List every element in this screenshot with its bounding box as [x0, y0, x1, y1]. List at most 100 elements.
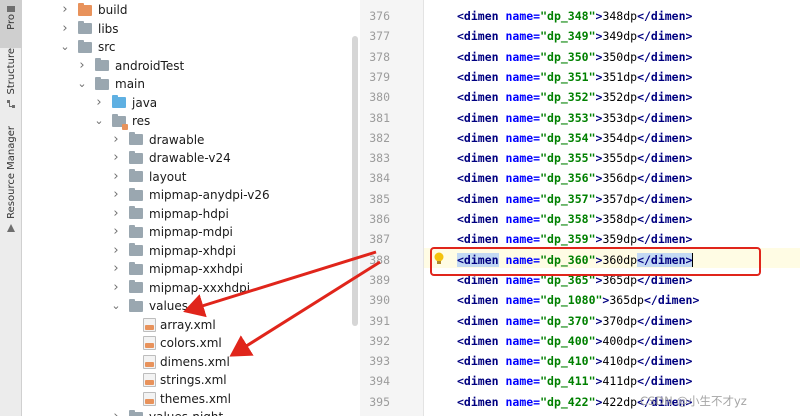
xml-file-icon: [143, 336, 156, 350]
code-line[interactable]: <dimen name="dp_354">354dp</dimen>: [457, 128, 692, 148]
xml-attribute-value: "dp_350": [540, 49, 596, 64]
chevron-right-icon[interactable]: ›: [77, 59, 87, 72]
tree-item[interactable]: › mipmap-xxhdpi: [22, 260, 360, 278]
tree-item-label: build: [98, 3, 128, 17]
code-line[interactable]: <dimen name="dp_349">349dp</dimen>: [457, 26, 692, 46]
chevron-right-icon[interactable]: ›: [111, 225, 121, 238]
chevron-down-icon[interactable]: ⌄: [111, 300, 121, 311]
chevron-right-icon[interactable]: ›: [94, 96, 104, 109]
code-line[interactable]: <dimen name="dp_350">350dp</dimen>: [457, 47, 692, 67]
tree-item[interactable]: › java: [22, 94, 360, 112]
tree-item[interactable]: › mipmap-mdpi: [22, 223, 360, 241]
code-line[interactable]: <dimen name="dp_355">355dp</dimen>: [457, 148, 692, 168]
tree-item-label: themes.xml: [160, 391, 231, 406]
xml-attribute-name: name=: [505, 130, 541, 145]
xml-attribute-name: name=: [505, 354, 541, 369]
tree-item[interactable]: dimens.xml: [22, 353, 360, 371]
chevron-right-icon[interactable]: ›: [60, 22, 70, 35]
dimen-value: 351dp: [602, 69, 638, 84]
xml-attribute-name: name=: [505, 232, 541, 247]
tree-item[interactable]: strings.xml: [22, 371, 360, 389]
tree-item[interactable]: › androidTest: [22, 57, 360, 75]
code-line[interactable]: <dimen name="dp_351">351dp</dimen>: [457, 67, 692, 87]
code-line[interactable]: <dimen name="dp_352">352dp</dimen>: [457, 87, 692, 107]
tree-item[interactable]: ⌄ res: [22, 112, 360, 130]
chevron-right-icon[interactable]: ›: [60, 3, 70, 16]
dimen-value: 370dp: [602, 313, 638, 328]
chevron-right-icon[interactable]: ›: [111, 188, 121, 201]
line-number: 377: [369, 29, 390, 44]
line-number: 380: [369, 90, 390, 105]
tree-item[interactable]: › mipmap-xxxhdpi: [22, 279, 360, 297]
tree-item[interactable]: colors.xml: [22, 334, 360, 352]
tree-item[interactable]: ⌄ src: [22, 38, 360, 56]
code-editor[interactable]: <dimen name="dp_348">348dp</dimen> <dimen…: [424, 0, 800, 416]
chevron-right-icon[interactable]: ›: [111, 151, 121, 164]
xml-open-tag: <dimen: [457, 313, 499, 328]
code-line[interactable]: <dimen name="dp_411">411dp</dimen>: [457, 371, 692, 391]
tab-project[interactable]: Pro: [0, 0, 22, 48]
xml-open-tag: <dimen: [457, 90, 499, 105]
dimen-value: 359dp: [602, 232, 638, 247]
chevron-down-icon[interactable]: ⌄: [77, 78, 87, 89]
chevron-right-icon[interactable]: ›: [111, 133, 121, 146]
code-line[interactable]: <dimen name="dp_370">370dp</dimen>: [457, 311, 692, 331]
chevron-down-icon[interactable]: ⌄: [94, 115, 104, 126]
tree-item[interactable]: array.xml: [22, 316, 360, 334]
chevron-down-icon[interactable]: ⌄: [60, 41, 70, 52]
tree-item-label: libs: [98, 21, 119, 36]
tree-item[interactable]: ⌄ main: [22, 75, 360, 93]
chevron-right-icon[interactable]: ›: [111, 262, 121, 275]
xml-close-tag: </dimen>: [637, 110, 693, 125]
chevron-right-icon[interactable]: ›: [111, 207, 121, 220]
code-line[interactable]: <dimen name="dp_400">400dp</dimen>: [457, 331, 692, 351]
tree-scrollbar[interactable]: [352, 36, 358, 326]
tree-item[interactable]: › mipmap-hdpi: [22, 205, 360, 223]
chevron-right-icon[interactable]: ›: [111, 244, 121, 257]
code-line[interactable]: <dimen name="dp_357">357dp</dimen>: [457, 189, 692, 209]
res-badge-icon: [122, 123, 128, 130]
tab-structure[interactable]: Structure: [0, 48, 22, 126]
tree-item[interactable]: ⌄ values: [22, 297, 360, 315]
line-number: 395: [369, 394, 390, 409]
tree-item-label: values-night: [149, 410, 223, 416]
tree-item-label: res: [132, 114, 151, 128]
tree-item[interactable]: › drawable-v24: [22, 149, 360, 167]
res-folder-icon: [112, 113, 128, 130]
tree-item[interactable]: › mipmap-xhdpi: [22, 242, 360, 260]
xml-close-tag: </dimen>: [637, 90, 693, 105]
xml-attribute-value: "dp_400": [540, 333, 596, 348]
xml-attribute-value: "dp_359": [540, 232, 596, 247]
tree-item[interactable]: › mipmap-anydpi-v26: [22, 186, 360, 204]
code-line[interactable]: <dimen name="dp_356">356dp</dimen>: [457, 168, 692, 188]
tree-item[interactable]: › drawable: [22, 131, 360, 149]
folder-icon: [129, 169, 143, 182]
watermark: CSDN @小生不才yz: [640, 394, 747, 408]
tree-item-label: mipmap-anydpi-v26: [149, 188, 270, 202]
project-tree: › build › libs ⌄ src › androidTest ⌄ main › java ⌄ re…: [22, 0, 360, 416]
chevron-right-icon[interactable]: ›: [111, 410, 121, 416]
tree-item[interactable]: themes.xml: [22, 390, 360, 408]
tree-item-label: colors.xml: [160, 336, 222, 350]
xml-attribute-value: "dp_355": [540, 151, 596, 166]
code-line[interactable]: <dimen name="dp_410">410dp</dimen>: [457, 351, 692, 371]
chevron-right-icon[interactable]: ›: [111, 170, 121, 183]
line-number: 385: [369, 191, 390, 206]
xml-open-tag: <dimen: [457, 151, 499, 166]
code-line[interactable]: <dimen name="dp_358">358dp</dimen>: [457, 209, 692, 229]
xml-attribute-value: "dp_353": [540, 110, 596, 125]
tree-item[interactable]: › build: [22, 1, 360, 19]
xml-attribute-name: name=: [505, 69, 541, 84]
chevron-right-icon[interactable]: ›: [111, 281, 121, 294]
xml-open-tag: <dimen: [457, 130, 499, 145]
code-line[interactable]: <dimen name="dp_1080">365dp</dimen>: [457, 290, 699, 310]
tree-item[interactable]: › libs: [22, 20, 360, 38]
xml-open-tag: <dimen: [457, 232, 499, 247]
tree-item[interactable]: › layout: [22, 168, 360, 186]
code-line[interactable]: <dimen name="dp_348">348dp</dimen>: [457, 6, 692, 26]
tree-item[interactable]: › values-night: [22, 408, 360, 416]
xml-close-tag: </dimen>: [637, 9, 693, 23]
line-number: 386: [369, 212, 390, 226]
tab-resource-manager[interactable]: Resource Manager: [0, 126, 22, 236]
code-line[interactable]: <dimen name="dp_353">353dp</dimen>: [457, 108, 692, 128]
